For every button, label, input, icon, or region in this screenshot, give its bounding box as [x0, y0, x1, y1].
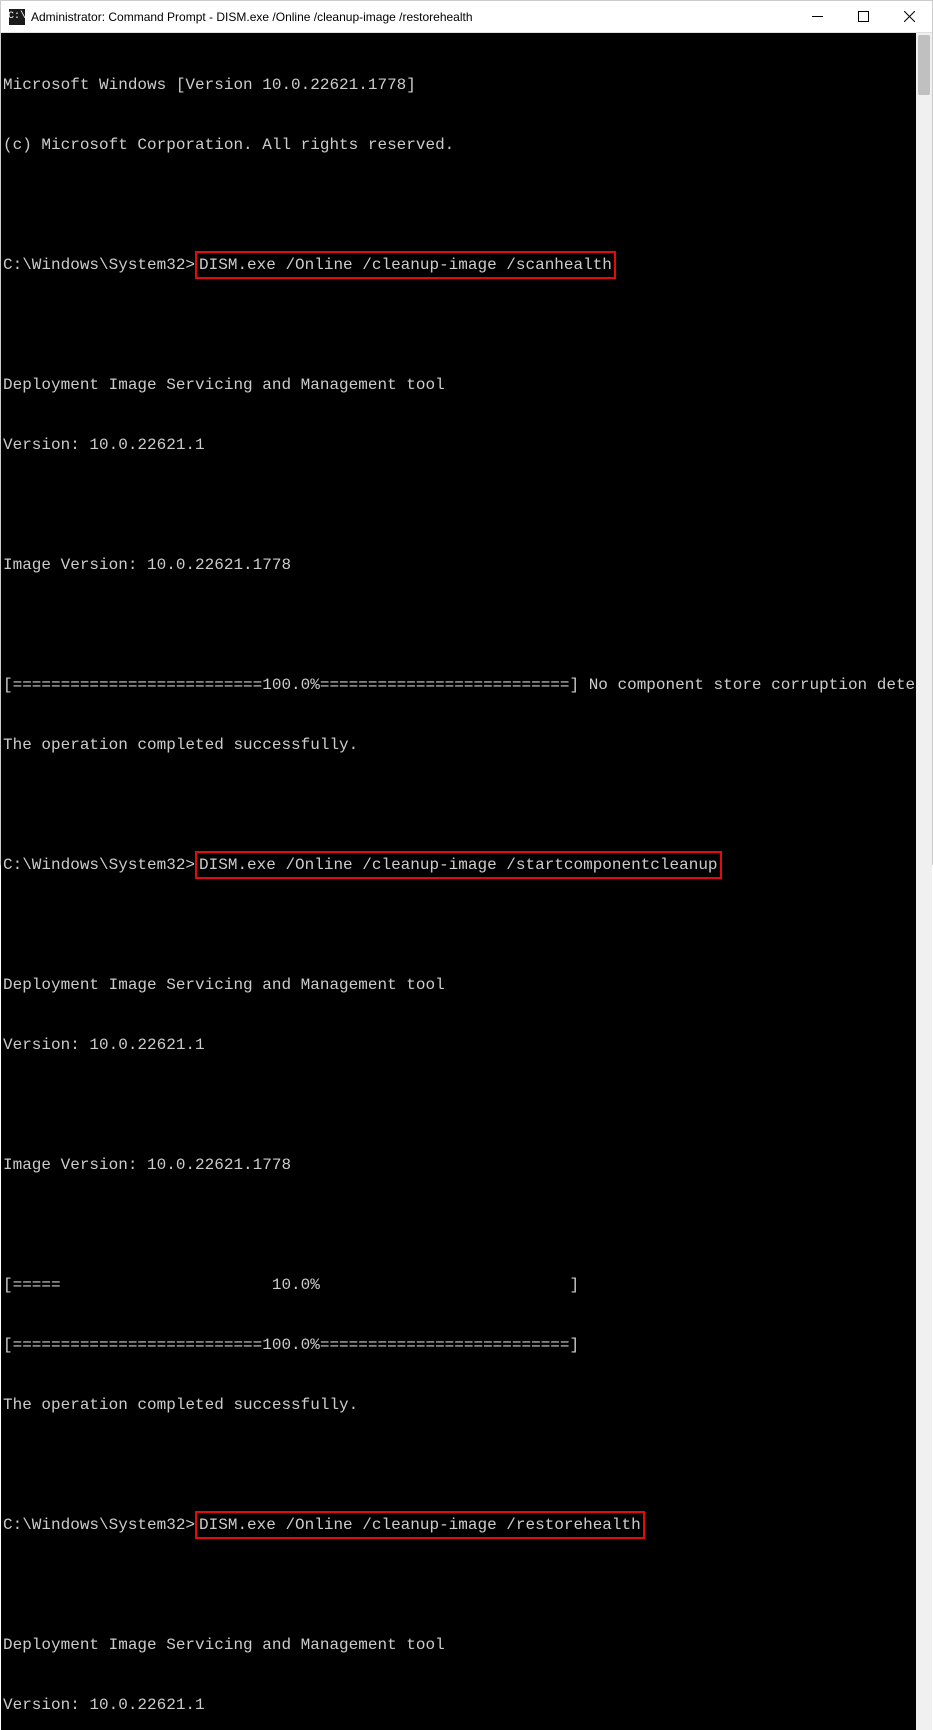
- minimize-button[interactable]: [794, 1, 840, 33]
- dism-version-line: Version: 10.0.22621.1: [3, 435, 205, 455]
- image-version-line: Image Version: 10.0.22621.1778: [3, 555, 291, 575]
- progress-line: [===== 10.0% ]: [3, 1275, 579, 1295]
- window-controls: [794, 1, 932, 33]
- dism-tool-line: Deployment Image Servicing and Managemen…: [3, 975, 445, 995]
- scrollbar-thumb[interactable]: [918, 35, 930, 95]
- progress-line: [==========================100.0%=======…: [3, 1335, 579, 1355]
- cmd-icon: C:\: [9, 9, 25, 25]
- operation-complete-line: The operation completed successfully.: [3, 735, 358, 755]
- command-highlight-3: DISM.exe /Online /cleanup-image /restore…: [195, 1511, 645, 1539]
- command-prompt-window: C:\ Administrator: Command Prompt - DISM…: [0, 0, 933, 865]
- image-version-line: Image Version: 10.0.22621.1778: [3, 1155, 291, 1175]
- command-highlight-2: DISM.exe /Online /cleanup-image /startco…: [195, 851, 721, 879]
- dism-version-line: Version: 10.0.22621.1: [3, 1695, 205, 1715]
- prompt: C:\Windows\System32>: [3, 255, 195, 275]
- close-button[interactable]: [886, 1, 932, 33]
- prompt: C:\Windows\System32>: [3, 855, 195, 875]
- operation-complete-line: The operation completed successfully.: [3, 1395, 358, 1415]
- window-title: Administrator: Command Prompt - DISM.exe…: [31, 10, 473, 24]
- command-highlight-1: DISM.exe /Online /cleanup-image /scanhea…: [195, 251, 616, 279]
- copyright-line: (c) Microsoft Corporation. All rights re…: [3, 135, 454, 155]
- prompt: C:\Windows\System32>: [3, 1515, 195, 1535]
- dism-version-line: Version: 10.0.22621.1: [3, 1035, 205, 1055]
- scrollbar[interactable]: [916, 33, 932, 1730]
- dism-tool-line: Deployment Image Servicing and Managemen…: [3, 1635, 445, 1655]
- titlebar[interactable]: C:\ Administrator: Command Prompt - DISM…: [1, 1, 932, 33]
- terminal-area: Microsoft Windows [Version 10.0.22621.17…: [1, 33, 932, 1730]
- progress-line: [==========================100.0%=======…: [3, 675, 916, 695]
- os-version-line: Microsoft Windows [Version 10.0.22621.17…: [3, 75, 416, 95]
- maximize-button[interactable]: [840, 1, 886, 33]
- dism-tool-line: Deployment Image Servicing and Managemen…: [3, 375, 445, 395]
- terminal-output[interactable]: Microsoft Windows [Version 10.0.22621.17…: [1, 33, 916, 1730]
